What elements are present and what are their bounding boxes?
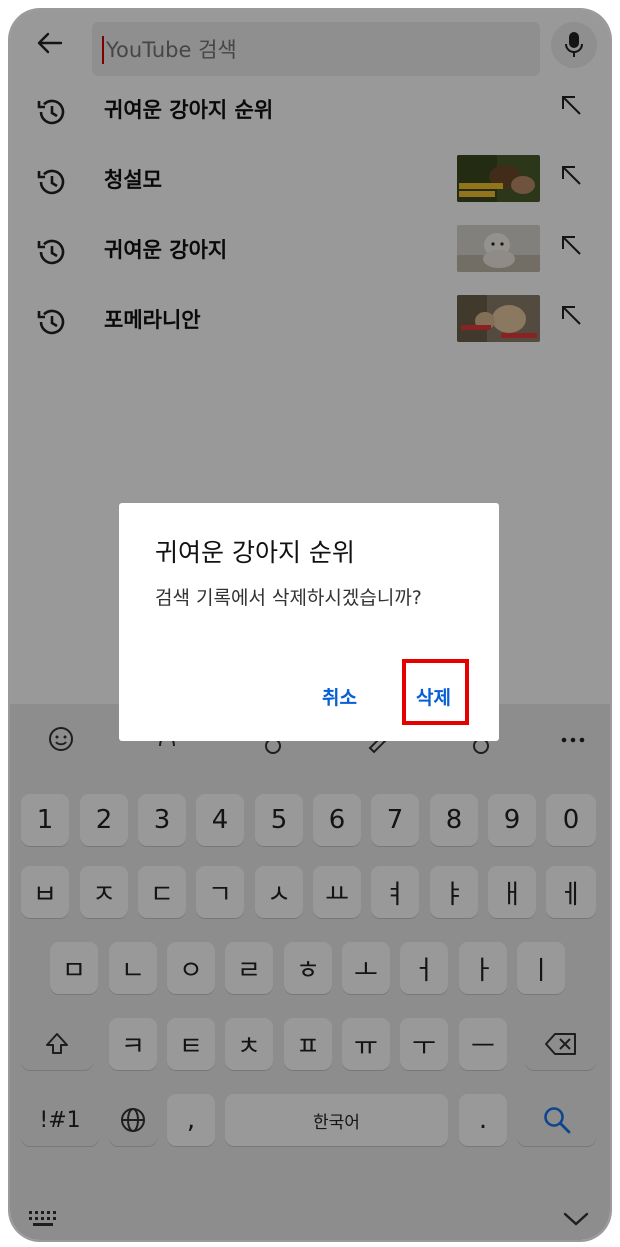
dialog-title: 귀여운 강아지 순위 [155,538,355,567]
delete-history-dialog: 귀여운 강아지 순위 검색 기록에서 삭제하시겠습니까? 취소 삭제 [119,503,499,741]
dialog-message: 검색 기록에서 삭제하시겠습니까? [155,587,422,609]
delete-highlight-box [402,659,469,725]
cancel-button[interactable]: 취소 [322,683,357,710]
phone-screen: 귀여운 강아지 순위 청설모 귀여운 강아지 [10,10,610,1240]
